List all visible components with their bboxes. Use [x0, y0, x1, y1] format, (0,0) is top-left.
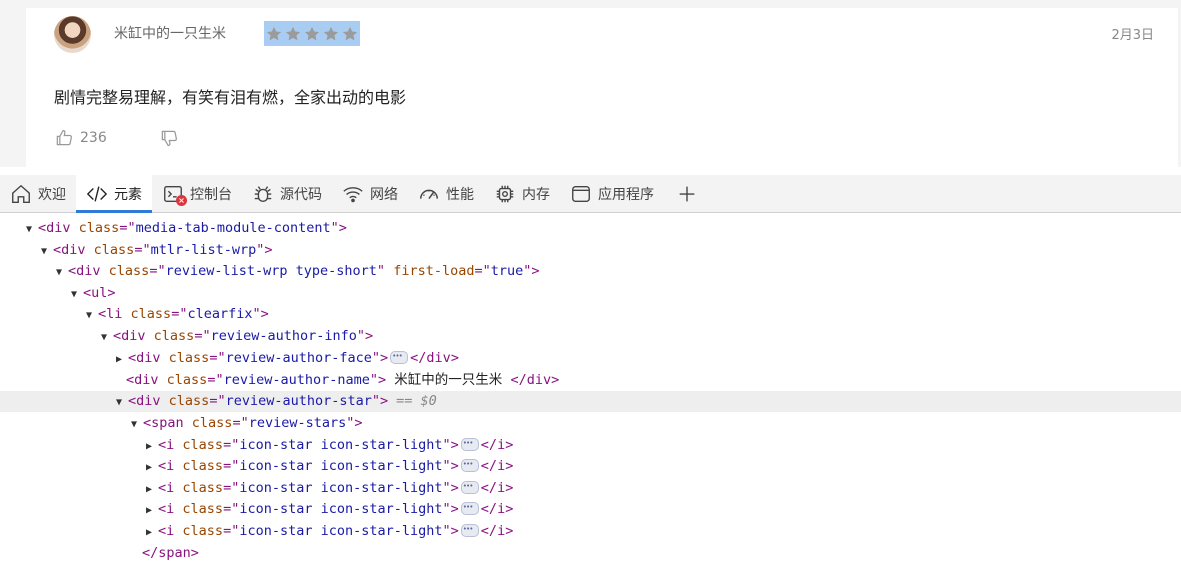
collapse-triangle-icon[interactable]: ▼ [101, 327, 113, 348]
review-text: 剧情完整易理解，有笑有泪有燃，全家出动的电影 [54, 88, 407, 107]
collapsed-ellipsis-icon[interactable] [390, 346, 409, 367]
dom-node-row[interactable]: ▼ <div class="mtlr-list-wrp"> [0, 240, 1181, 261]
tab-welcome[interactable]: 欢迎 [0, 175, 76, 212]
expand-triangle-icon[interactable]: ▶ [146, 479, 158, 500]
tab-sources[interactable]: 源代码 [242, 175, 332, 212]
tab-network[interactable]: 网络 [332, 175, 408, 212]
review-stars [264, 21, 360, 46]
collapsed-ellipsis-icon[interactable] [460, 454, 479, 475]
dom-node-row[interactable]: <div class="review-author-name"> 米缸中的一只生… [0, 370, 1181, 391]
add-tab-button[interactable] [664, 175, 710, 212]
tab-label: 源代码 [280, 186, 322, 203]
dom-node-row[interactable]: ▶<div class="review-author-face"></div> [0, 346, 1181, 370]
tab-label: 网络 [370, 186, 398, 203]
bug-icon [254, 185, 272, 202]
chip-icon [496, 185, 514, 202]
dom-node-row[interactable]: ▼ <div class="review-author-info"> [0, 326, 1181, 347]
tab-performance[interactable]: 性能 [408, 175, 484, 212]
window-icon [572, 185, 590, 202]
tab-memory[interactable]: 内存 [484, 175, 560, 212]
review-page: 米缸中的一只生米 2月3日 剧情完整易理解，有笑有泪有燃，全家出动的电影 236 [0, 0, 1181, 167]
error-badge-icon: × [176, 195, 187, 206]
author-name[interactable]: 米缸中的一只生米 [114, 23, 226, 43]
star-icon [342, 26, 358, 40]
thumbs-up-icon [56, 129, 72, 146]
dom-node-row[interactable]: ▶<i class="icon-star icon-star-light"></… [0, 433, 1181, 457]
star-icon [285, 26, 301, 40]
home-icon [12, 184, 30, 203]
collapsed-ellipsis-icon[interactable] [460, 519, 479, 540]
collapse-triangle-icon[interactable]: ▼ [56, 262, 68, 283]
star-icon [266, 26, 282, 40]
thumbs-down-icon [161, 130, 177, 147]
dom-node-row[interactable]: ▼ <li class="clearfix"> [0, 304, 1181, 325]
review-actions: 236 [54, 128, 179, 148]
code-icon [86, 185, 108, 202]
review-date: 2月3日 [1111, 28, 1154, 43]
tab-label: 应用程序 [598, 186, 654, 203]
tab-application[interactable]: 应用程序 [560, 175, 664, 212]
dom-node-row[interactable]: ▼ <span class="review-stars"> [0, 413, 1181, 434]
tab-label: 元素 [114, 186, 142, 203]
tab-console[interactable]: × 控制台 [152, 175, 242, 212]
tab-label: 控制台 [190, 186, 232, 203]
plus-icon [679, 186, 695, 201]
collapse-triangle-icon[interactable]: ▼ [41, 241, 53, 262]
expand-triangle-icon[interactable]: ▶ [146, 457, 158, 478]
dom-node-row[interactable]: ▶<i class="icon-star icon-star-light"></… [0, 519, 1181, 543]
collapsed-ellipsis-icon[interactable] [460, 476, 479, 497]
wifi-icon [343, 186, 363, 202]
expand-triangle-icon[interactable]: ▶ [116, 349, 128, 370]
tab-label: 欢迎 [38, 186, 66, 203]
collapse-triangle-icon[interactable]: ▼ [71, 284, 83, 305]
dom-node-row-selected[interactable]: ▼ <div class="review-author-star"> == $0 [0, 391, 1181, 412]
like-button[interactable]: 236 [54, 128, 107, 148]
dom-node-row[interactable]: ▼ <div class="media-tab-module-content"> [0, 218, 1181, 239]
star-icon [304, 26, 320, 40]
devtools-tab-bar: 欢迎 元素 × 控制台 源代码 网络 性能 内存 应用程序 [0, 175, 1181, 213]
expand-triangle-icon[interactable]: ▶ [146, 500, 158, 521]
expand-triangle-icon[interactable]: ▶ [146, 522, 158, 543]
collapsed-ellipsis-icon[interactable] [460, 497, 479, 518]
like-count: 236 [80, 130, 107, 146]
tab-label: 内存 [522, 186, 550, 203]
collapse-triangle-icon[interactable]: ▼ [26, 219, 38, 240]
dom-node-row[interactable]: ▶<i class="icon-star icon-star-light"></… [0, 476, 1181, 500]
tab-label: 性能 [446, 186, 474, 203]
collapse-triangle-icon[interactable]: ▼ [86, 305, 98, 326]
tab-elements[interactable]: 元素 [76, 175, 152, 213]
author-avatar[interactable] [54, 16, 91, 53]
collapsed-ellipsis-icon[interactable] [460, 433, 479, 454]
elements-tree: ▼ <div class="media-tab-module-content"> … [0, 213, 1181, 572]
gauge-icon [420, 189, 438, 199]
dom-node-row[interactable]: ▶<i class="icon-star icon-star-light"></… [0, 454, 1181, 478]
dom-node-row[interactable]: </span> [0, 543, 1181, 564]
review-card: 米缸中的一只生米 2月3日 剧情完整易理解，有笑有泪有燃，全家出动的电影 236 [26, 8, 1178, 167]
star-icon [323, 26, 339, 40]
dom-node-row[interactable]: ▼ <div class="review-list-wrp type-short"… [0, 261, 1181, 282]
dislike-button[interactable] [159, 128, 179, 148]
collapse-triangle-icon[interactable]: ▼ [131, 414, 143, 435]
dom-node-row[interactable]: ▼ <ul> [0, 283, 1181, 304]
collapse-triangle-icon[interactable]: ▼ [116, 392, 128, 413]
expand-triangle-icon[interactable]: ▶ [146, 436, 158, 457]
dom-node-row[interactable]: ▶<i class="icon-star icon-star-light"></… [0, 497, 1181, 521]
